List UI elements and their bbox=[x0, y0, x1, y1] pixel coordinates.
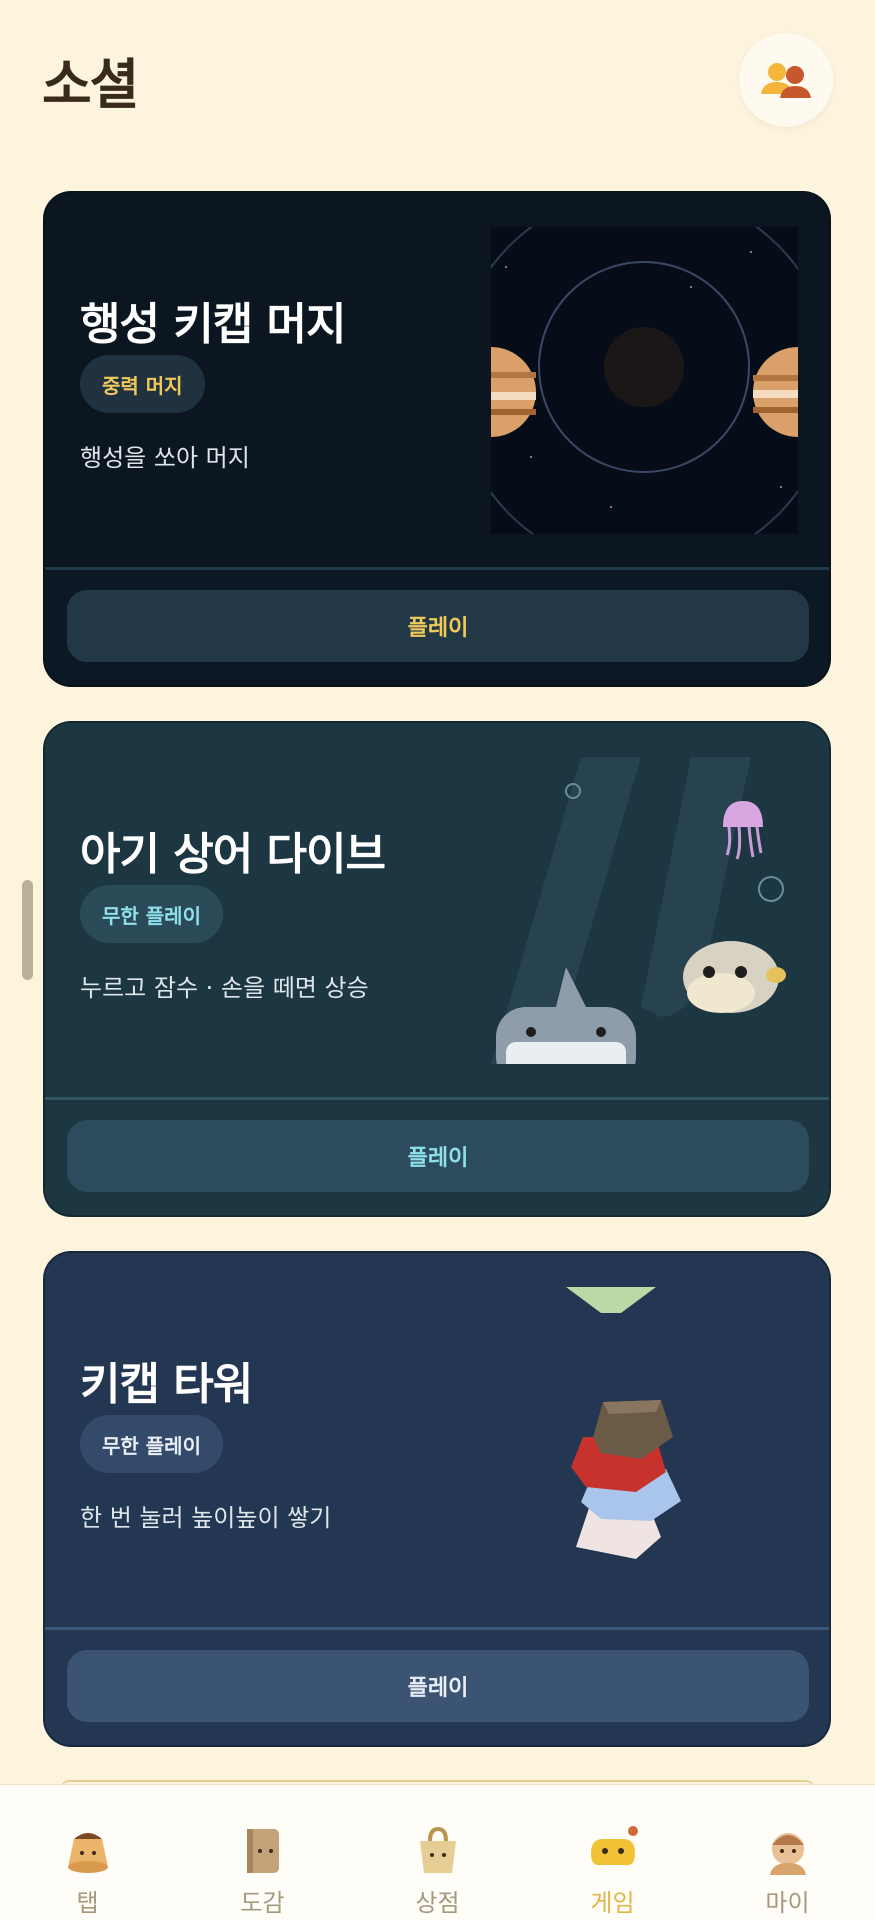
page-title: 소셜 bbox=[42, 53, 139, 116]
card-divider bbox=[45, 1097, 829, 1100]
nav-label: 도감 bbox=[240, 1889, 285, 1917]
scroll-handle[interactable] bbox=[22, 880, 33, 980]
nav-label: 게임 bbox=[590, 1889, 635, 1917]
nav-item-tap[interactable]: 탭 bbox=[0, 1785, 175, 1920]
nav-label: 상점 bbox=[415, 1889, 460, 1917]
bottom-nav: 탭 도감 상점 게임 마이 bbox=[0, 1784, 875, 1920]
game-title: 행성 키캡 머지 bbox=[80, 299, 347, 350]
play-button[interactable]: 플레이 bbox=[67, 1650, 809, 1722]
game-mode-badge: 무한 플레이 bbox=[80, 1415, 223, 1473]
nav-item-my[interactable]: 마이 bbox=[700, 1785, 875, 1920]
game-title: 키캡 타워 bbox=[80, 1359, 253, 1410]
game-card-baby-shark-dive: 아기 상어 다이브 무한 플레이 누르고 잠수 · 손을 떼면 상승 플레이 bbox=[43, 721, 831, 1217]
nav-label: 탭 bbox=[76, 1889, 99, 1917]
shopping-bag-icon bbox=[419, 1826, 456, 1873]
gamepad-icon bbox=[590, 1826, 638, 1866]
game-description: 행성을 쏘아 머지 bbox=[80, 444, 250, 472]
book-icon bbox=[246, 1829, 279, 1873]
play-button[interactable]: 플레이 bbox=[67, 590, 809, 662]
game-title: 아기 상어 다이브 bbox=[80, 829, 386, 880]
profile-icon bbox=[769, 1833, 806, 1875]
game-card-keycap-tower: 키캡 타워 무한 플레이 한 번 눌러 높이높이 쌓기 플레이 bbox=[43, 1251, 831, 1747]
nav-item-shop[interactable]: 상점 bbox=[350, 1785, 525, 1920]
game-mode-badge: 중력 머지 bbox=[80, 355, 205, 413]
game-mode-badge: 무한 플레이 bbox=[80, 885, 223, 943]
planet-merge-artwork bbox=[491, 227, 798, 534]
friends-icon bbox=[761, 63, 811, 98]
nav-item-collection[interactable]: 도감 bbox=[175, 1785, 350, 1920]
baby-shark-artwork bbox=[491, 757, 786, 1064]
game-description: 한 번 눌러 높이높이 쌓기 bbox=[80, 1504, 332, 1532]
game-card-planet-merge: 행성 키캡 머지 중력 머지 행성을 쏘아 머지 플레이 bbox=[43, 191, 831, 687]
social-friends-button[interactable] bbox=[739, 33, 833, 127]
play-button[interactable]: 플레이 bbox=[67, 1120, 809, 1192]
card-divider bbox=[45, 1627, 829, 1630]
game-description: 누르고 잠수 · 손을 떼면 상승 bbox=[80, 974, 369, 1002]
keycap-tower-artwork bbox=[566, 1287, 681, 1559]
card-divider bbox=[45, 567, 829, 570]
pudding-icon bbox=[67, 1833, 108, 1873]
nav-item-game[interactable]: 게임 bbox=[525, 1785, 700, 1920]
nav-label: 마이 bbox=[765, 1889, 810, 1917]
